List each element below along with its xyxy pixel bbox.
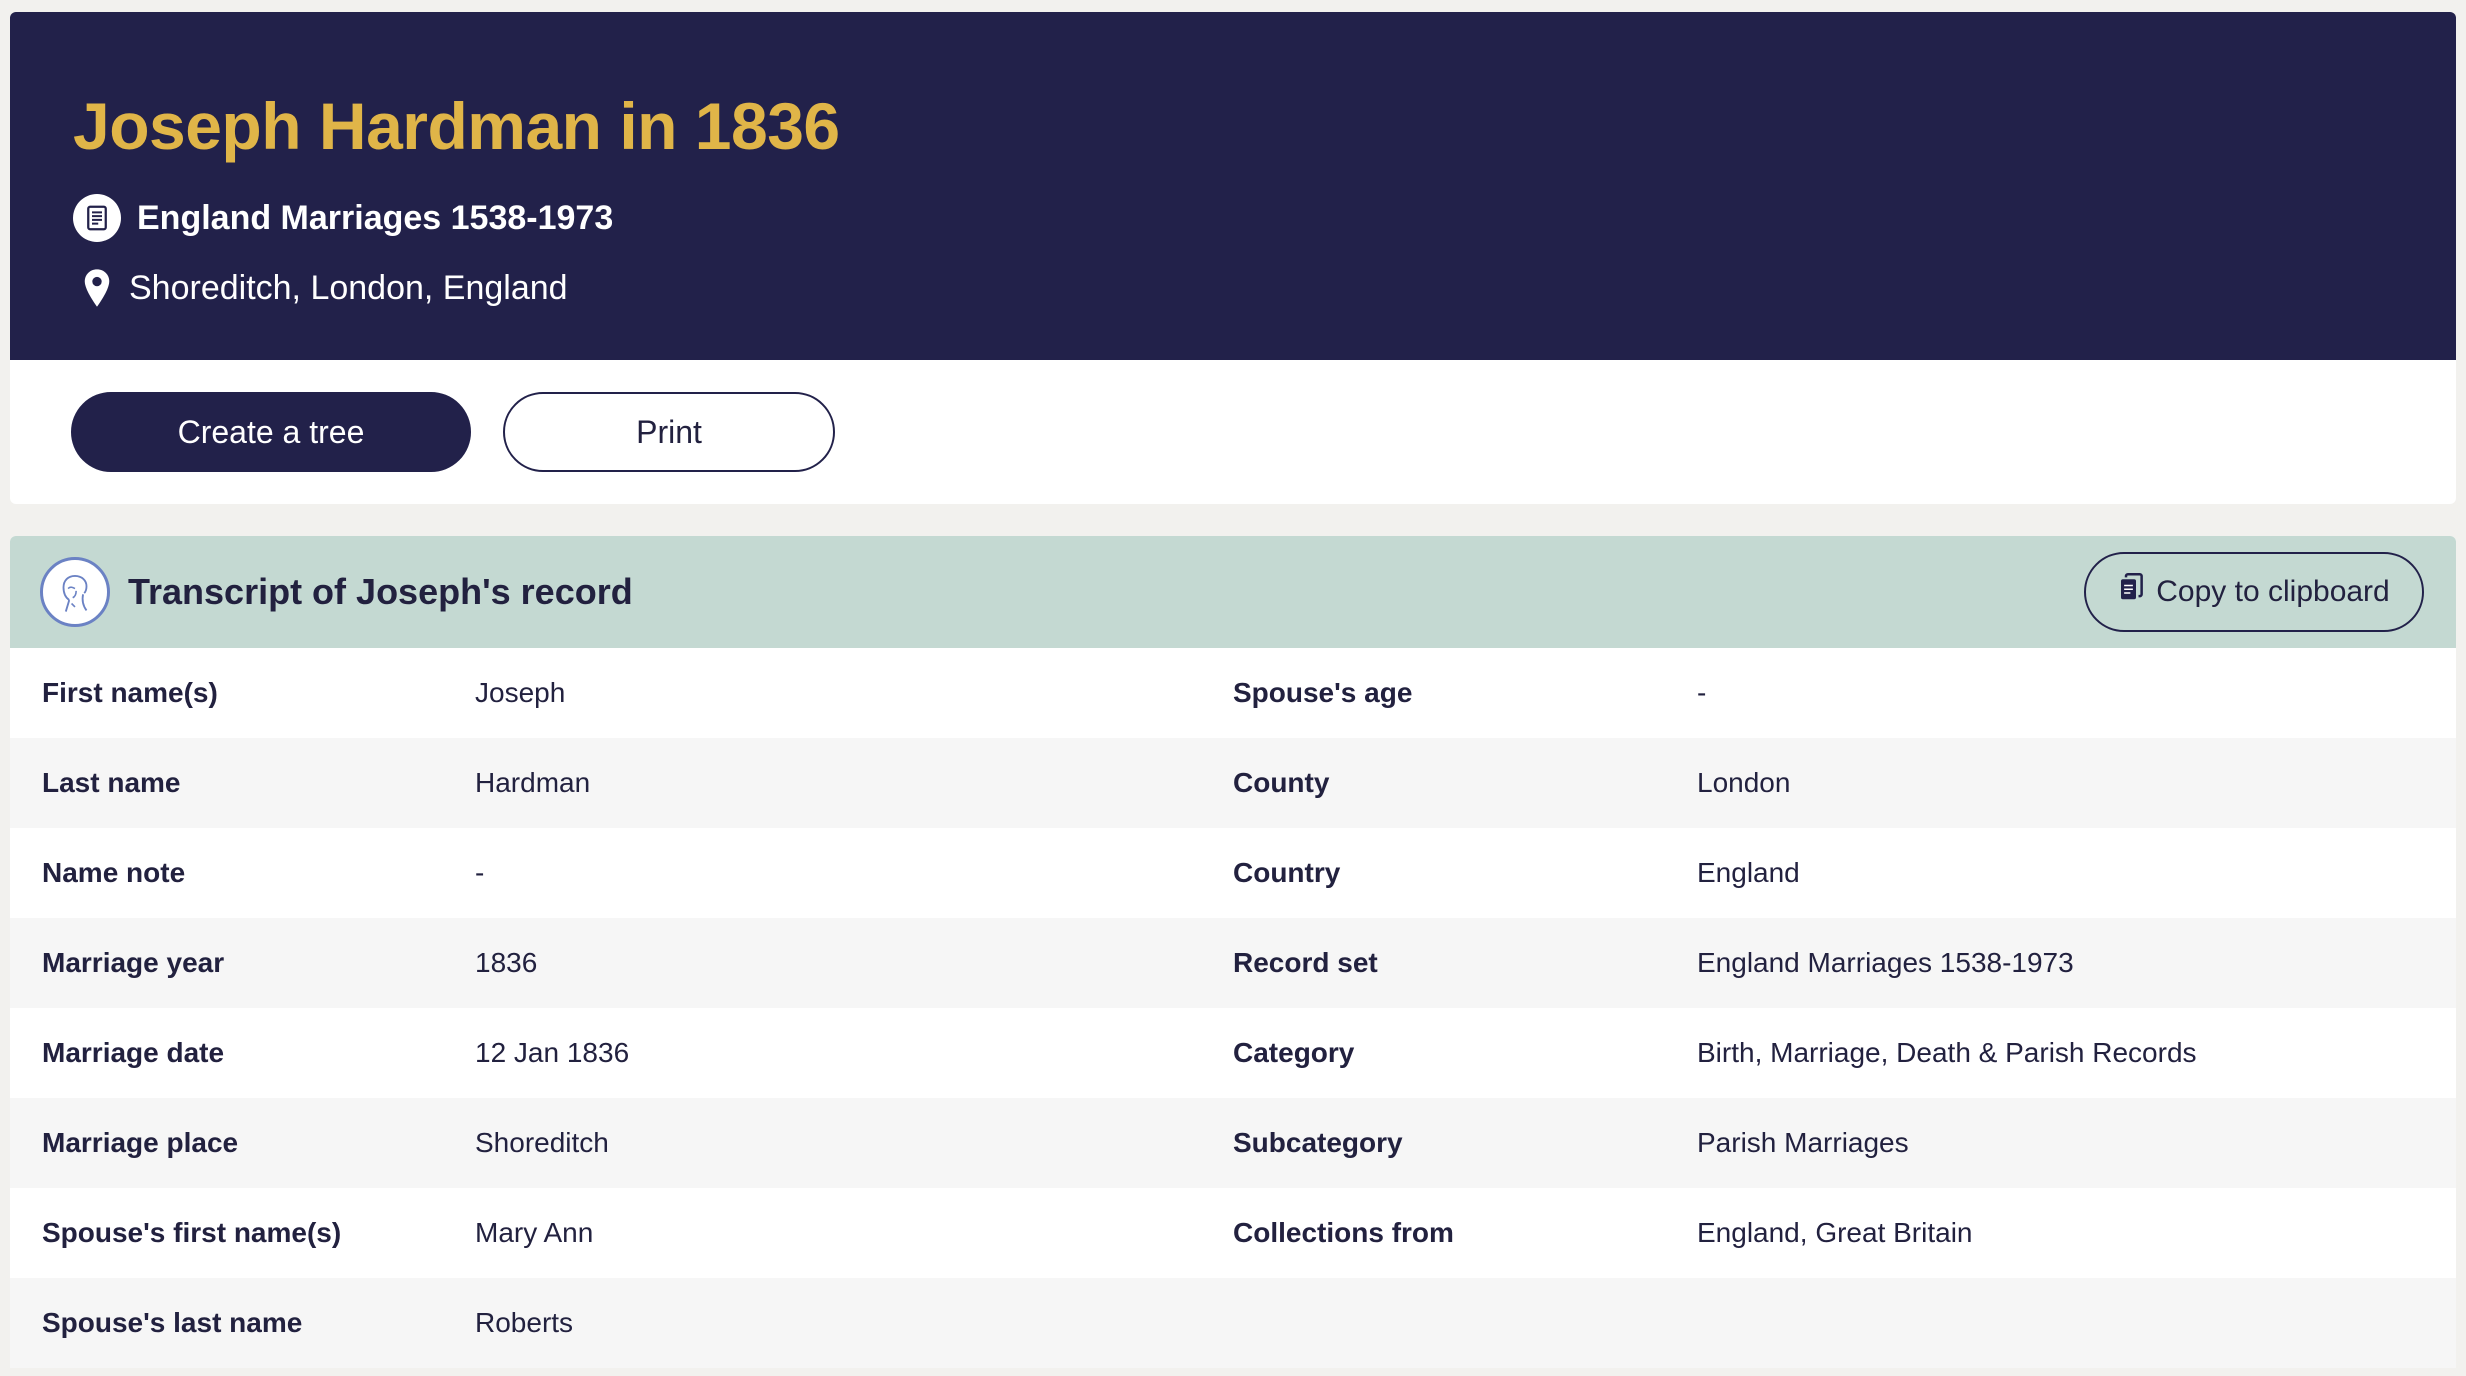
field-label: Record set — [1233, 947, 1378, 978]
field-value — [1697, 1278, 2456, 1368]
field-label: Country — [1233, 857, 1341, 888]
field-label: First name(s) — [42, 677, 218, 708]
field-label: Last name — [42, 767, 181, 798]
field-value: Shoreditch — [475, 1127, 609, 1158]
field-value: England Marriages 1538-1973 — [1697, 947, 2074, 978]
field-label — [1233, 1278, 1697, 1368]
record-location: Shoreditch, London, England — [129, 268, 568, 307]
copy-to-clipboard-button[interactable]: Copy to clipboard — [2084, 552, 2424, 632]
document-icon — [73, 194, 121, 242]
field-value: - — [475, 857, 485, 888]
table-row: Marriage year 1836 Record set England Ma… — [10, 918, 2456, 1008]
field-label: Marriage year — [42, 947, 225, 978]
transcript-title: Transcript of Joseph's record — [128, 571, 633, 612]
transcript-header: Transcript of Joseph's record Copy to cl… — [10, 536, 2456, 648]
person-portrait-icon — [40, 557, 110, 627]
location-row: Shoreditch, London, England — [73, 262, 2456, 314]
record-set-name: England Marriages 1538-1973 — [137, 198, 614, 237]
field-label: Spouse's first name(s) — [42, 1217, 342, 1248]
field-value: Joseph — [475, 677, 566, 708]
transcript-panel: Transcript of Joseph's record Copy to cl… — [10, 536, 2456, 1368]
table-row: Spouse's first name(s) Mary Ann Collecti… — [10, 1188, 2456, 1278]
field-value: 1836 — [475, 947, 538, 978]
table-row: Name note - Country England — [10, 828, 2456, 918]
map-pin-icon — [81, 266, 113, 310]
field-label: Spouse's age — [1233, 677, 1413, 708]
table-row: Marriage place Shoreditch Subcategory Pa… — [10, 1098, 2456, 1188]
field-value: - — [1697, 677, 1707, 708]
record-page: Joseph Hardman in 1836 England Marriages… — [10, 12, 2456, 1368]
field-label: Collections from — [1233, 1217, 1454, 1248]
field-label: Marriage date — [42, 1037, 225, 1068]
field-value: England — [1697, 857, 1800, 888]
copy-icon — [2118, 573, 2144, 611]
transcript-table: First name(s) Joseph Spouse's age - Last… — [10, 648, 2456, 1368]
field-label: Category — [1233, 1037, 1355, 1068]
copy-button-label: Copy to clipboard — [2156, 575, 2390, 608]
table-row: Marriage date 12 Jan 1836 Category Birth… — [10, 1008, 2456, 1098]
field-label: County — [1233, 767, 1330, 798]
print-button[interactable]: Print — [503, 392, 835, 472]
field-label: Marriage place — [42, 1127, 239, 1158]
field-value: Roberts — [475, 1307, 574, 1338]
action-bar: Create a tree Print — [10, 360, 2456, 504]
field-value: Mary Ann — [475, 1217, 594, 1248]
table-row: Last name Hardman County London — [10, 738, 2456, 828]
field-value: Hardman — [475, 767, 591, 798]
field-value: London — [1697, 767, 1791, 798]
field-value: Parish Marriages — [1697, 1127, 1909, 1158]
field-label: Name note — [42, 857, 186, 888]
field-value: Birth, Marriage, Death & Parish Records — [1697, 1037, 2197, 1068]
create-tree-button[interactable]: Create a tree — [71, 392, 471, 472]
record-set-row: England Marriages 1538-1973 — [73, 192, 2456, 244]
field-label: Spouse's last name — [42, 1307, 303, 1338]
table-row: First name(s) Joseph Spouse's age - — [10, 648, 2456, 738]
field-label: Subcategory — [1233, 1127, 1403, 1158]
field-value: England, Great Britain — [1697, 1217, 1973, 1248]
table-row: Spouse's last name Roberts — [10, 1278, 2456, 1368]
record-header: Joseph Hardman in 1836 England Marriages… — [10, 12, 2456, 360]
page-title: Joseph Hardman in 1836 — [73, 89, 840, 163]
field-value: 12 Jan 1836 — [475, 1037, 630, 1068]
